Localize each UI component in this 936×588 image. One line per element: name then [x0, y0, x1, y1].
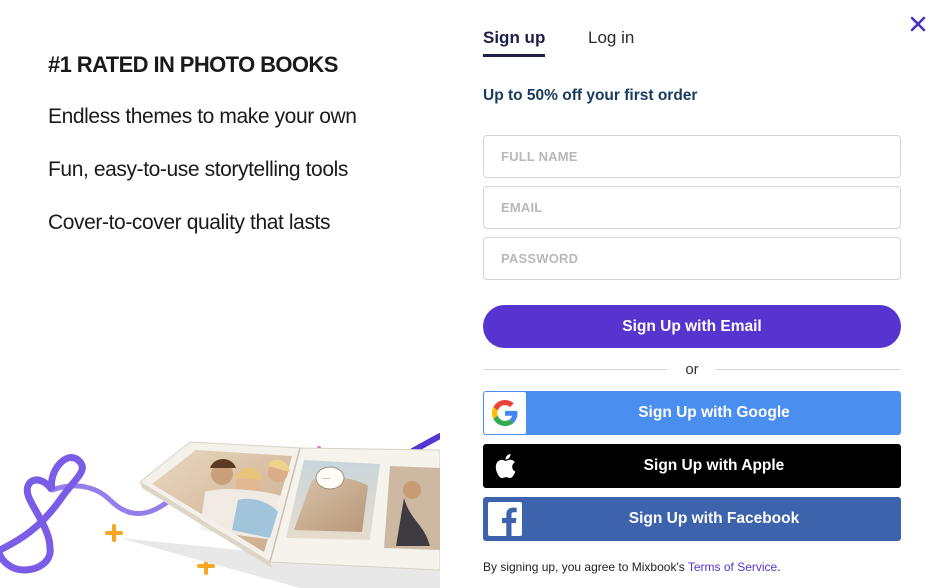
auth-tabs: Sign up Log in	[483, 26, 783, 58]
facebook-logo-icon	[484, 498, 526, 540]
facebook-button-label: Sign Up with Facebook	[628, 510, 800, 527]
terms-suffix: .	[777, 560, 781, 574]
full-name-input[interactable]	[484, 136, 900, 177]
sign-up-apple-button[interactable]: Sign Up with Apple	[483, 444, 901, 488]
promo-title: #1 RATED IN PHOTO BOOKS	[48, 52, 338, 77]
signup-modal: #1 RATED IN PHOTO BOOKS Endless themes t…	[0, 0, 936, 588]
close-icon	[910, 16, 926, 32]
svg-text:~~: ~~	[322, 476, 330, 483]
sign-up-email-button[interactable]: Sign Up with Email	[483, 305, 901, 348]
or-divider: or	[483, 359, 901, 381]
feature-item: Endless themes to make your own	[48, 105, 357, 128]
close-button[interactable]	[906, 12, 930, 36]
feature-item: Fun, easy-to-use storytelling tools	[48, 158, 348, 181]
apple-logo-icon	[484, 445, 526, 487]
password-input[interactable]	[484, 238, 900, 279]
terms-prefix: By signing up, you agree to Mixbook's	[483, 560, 685, 574]
terms-of-service-link[interactable]: Terms of Service	[688, 560, 777, 574]
active-tab-indicator	[483, 54, 545, 57]
photo-book-illustration: ~~	[0, 420, 440, 588]
email-field	[483, 186, 901, 229]
terms-notice: By signing up, you agree to Mixbook's Te…	[483, 558, 913, 576]
password-field	[483, 237, 901, 280]
offer-text: Up to 50% off your first order	[483, 87, 698, 104]
photo-book-image: ~~	[0, 433, 440, 588]
tab-sign-up[interactable]: Sign up	[483, 26, 545, 50]
promo-panel: #1 RATED IN PHOTO BOOKS Endless themes t…	[48, 50, 438, 261]
google-button-label: Sign Up with Google	[638, 404, 790, 421]
full-name-field	[483, 135, 901, 178]
divider-text: or	[685, 361, 699, 378]
sign-up-facebook-button[interactable]: Sign Up with Facebook	[483, 497, 901, 541]
feature-item: Cover-to-cover quality that lasts	[48, 211, 331, 234]
tab-log-in[interactable]: Log in	[588, 26, 634, 50]
feature-list: Endless themes to make your own Fun, eas…	[48, 102, 438, 238]
apple-button-label: Sign Up with Apple	[643, 457, 785, 474]
google-logo-icon	[484, 392, 526, 434]
sign-up-google-button[interactable]: Sign Up with Google	[483, 391, 901, 435]
email-input[interactable]	[484, 187, 900, 228]
